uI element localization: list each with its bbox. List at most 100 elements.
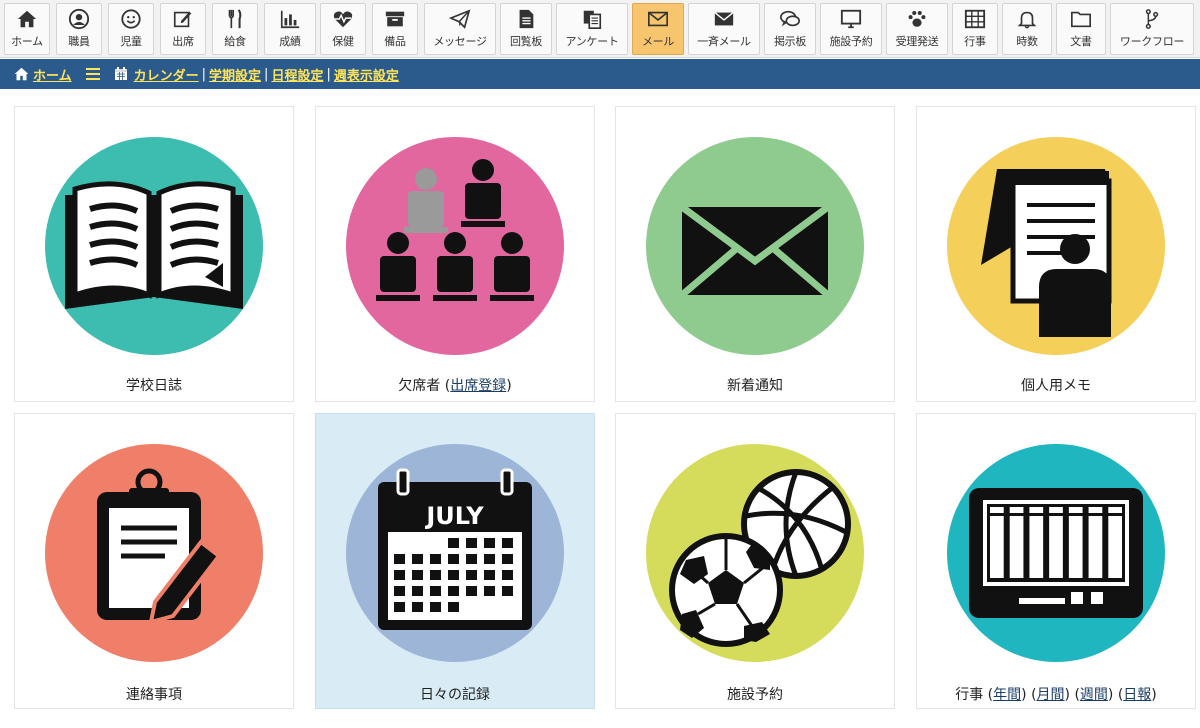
attendance-register-link[interactable]: 出席登録 (450, 378, 506, 394)
bell-icon (1017, 11, 1037, 29)
calendar-day-cell (448, 538, 459, 548)
events-circle (947, 444, 1165, 662)
calendar-day-cell (394, 602, 405, 612)
schedule-settings-link[interactable]: 日程設定 (271, 65, 323, 84)
toolbar-circular-button[interactable]: 回覧板 (500, 3, 552, 55)
toolbar-events-button[interactable]: 行事 (952, 3, 998, 55)
news-card[interactable]: 新着通知 (615, 106, 895, 402)
cutlery-icon (228, 9, 242, 29)
daily-record-circle: JULY (346, 444, 564, 662)
calendar-day-cell (502, 538, 513, 548)
schedule-board-column (990, 516, 1004, 578)
schedule-board-header-cell (1029, 507, 1044, 513)
contact-card[interactable]: 連絡事項 (14, 413, 294, 709)
daily-record-card[interactable]: JULY 日々の記録 (315, 413, 595, 709)
envelope-outline-icon (648, 11, 668, 27)
toolbar-mail-button[interactable]: メール (632, 3, 684, 55)
calendar-day-cell (466, 554, 477, 564)
events-monthly-link[interactable]: 月間 (1037, 687, 1065, 703)
main-toolbar: ホーム 職員 児童 出席 給食 成績 保健 備品 メッセージ 回覧板 アンケート (0, 0, 1200, 58)
calendar-icon: JULY (378, 468, 532, 630)
sports-balls-icon (669, 469, 851, 647)
toolbar-facility-button[interactable]: 施設予約 (820, 3, 882, 55)
schedule-board-header-cell (990, 507, 1004, 513)
memo-circle (947, 137, 1165, 355)
facility-card[interactable]: 施設予約 (615, 413, 895, 709)
contact-label: 連絡事項 (126, 687, 182, 703)
toolbar-receive-send-button[interactable]: 受理発送 (886, 3, 948, 55)
calendar-day-cell (448, 602, 459, 612)
toolbar-bulletin-button[interactable]: 掲示板 (764, 3, 816, 55)
schedule-board-column (1009, 516, 1024, 578)
toolbar-bulk-mail-button[interactable]: 一斉メール (688, 3, 760, 55)
events-yearly-link[interactable]: 年間 (993, 687, 1021, 703)
toolbar-message-button[interactable]: メッセージ (424, 3, 496, 55)
schedule-board-header-cell (1088, 507, 1103, 513)
calendar-day-cell (430, 570, 441, 580)
toolbar-children-button[interactable]: 児童 (108, 3, 154, 55)
calendar-day-cell (466, 586, 477, 596)
toolbar-survey-button[interactable]: アンケート (556, 3, 628, 55)
breadcrumb-home-link[interactable]: ホーム (33, 65, 72, 84)
facility-label: 施設予約 (727, 687, 783, 703)
folder-icon (1071, 11, 1091, 28)
workflow-icon (1145, 9, 1159, 29)
term-settings-link[interactable]: 学期設定 (209, 65, 261, 84)
toolbar-workflow-button[interactable]: ワークフロー (1110, 3, 1194, 55)
breadcrumb-calendar-link[interactable]: カレンダー (134, 65, 199, 84)
calendar-day-cell (412, 554, 423, 564)
calendar-day-cell (430, 602, 441, 612)
contact-circle (45, 444, 263, 662)
calendar-day-cell (412, 570, 423, 580)
class-people-icon (376, 159, 534, 301)
school-diary-card[interactable]: 学校日誌 (14, 106, 294, 402)
edit-icon (173, 11, 192, 28)
absentees-label: 欠席者 (出席登録) (398, 378, 512, 394)
copy-icon (583, 10, 602, 29)
schedule-board-icon (969, 488, 1143, 618)
daily-record-label: 日々の記録 (420, 687, 490, 703)
memo-card[interactable]: 個人用メモ (916, 106, 1196, 402)
schedule-board-column (1049, 516, 1063, 578)
calendar-day-cell (484, 586, 495, 596)
menu-icon[interactable] (85, 68, 100, 80)
calendar-day-cell (412, 586, 423, 596)
smile-icon (121, 9, 141, 29)
absentees-circle (346, 137, 564, 355)
user-circle-icon (68, 8, 90, 30)
calendar-day-cell (448, 554, 459, 564)
toolbar-staff-button[interactable]: 職員 (56, 3, 102, 55)
absentees-card[interactable]: 欠席者 (出席登録) (315, 106, 595, 402)
events-weekly-link[interactable]: 週間 (1080, 687, 1108, 703)
toolbar-lunch-button[interactable]: 給食 (212, 3, 258, 55)
notepad-person-icon (981, 169, 1112, 337)
toolbar-health-button[interactable]: 保健 (320, 3, 366, 55)
envelope-icon (714, 12, 734, 26)
calendar-day-cell (394, 570, 405, 580)
calendar-day-cell (448, 570, 459, 580)
toolbar-documents-button[interactable]: 文書 (1056, 3, 1106, 55)
schedule-board-column (1029, 516, 1044, 578)
home-icon (14, 67, 29, 81)
toolbar-attendance-button[interactable]: 出席 (160, 3, 206, 55)
toolbar-grades-button[interactable]: 成績 (264, 3, 316, 55)
school-diary-circle (45, 137, 263, 355)
archive-icon (385, 11, 405, 27)
calendar-day-cell (394, 554, 405, 564)
week-display-settings-link[interactable]: 週表示設定 (334, 65, 399, 84)
calendar-day-cell (484, 570, 495, 580)
schedule-board-header-cell (1049, 507, 1063, 513)
toolbar-equipment-button[interactable]: 備品 (372, 3, 418, 55)
events-label: 行事 (年間) (月間) (週間) (日報) (955, 687, 1157, 703)
table-icon (964, 9, 986, 29)
events-card[interactable]: 行事 (年間) (月間) (週間) (日報) (916, 413, 1196, 709)
calendar-day-cell (484, 554, 495, 564)
calendar-icon (114, 67, 128, 81)
envelope-icon (679, 204, 831, 298)
calendar-month-text: JULY (424, 502, 484, 530)
memo-label: 個人用メモ (1021, 378, 1091, 394)
toolbar-hours-button[interactable]: 時数 (1002, 3, 1052, 55)
toolbar-home-button[interactable]: ホーム (4, 3, 50, 55)
schedule-board-column (1068, 516, 1083, 578)
events-daily-link[interactable]: 日報 (1123, 687, 1151, 703)
